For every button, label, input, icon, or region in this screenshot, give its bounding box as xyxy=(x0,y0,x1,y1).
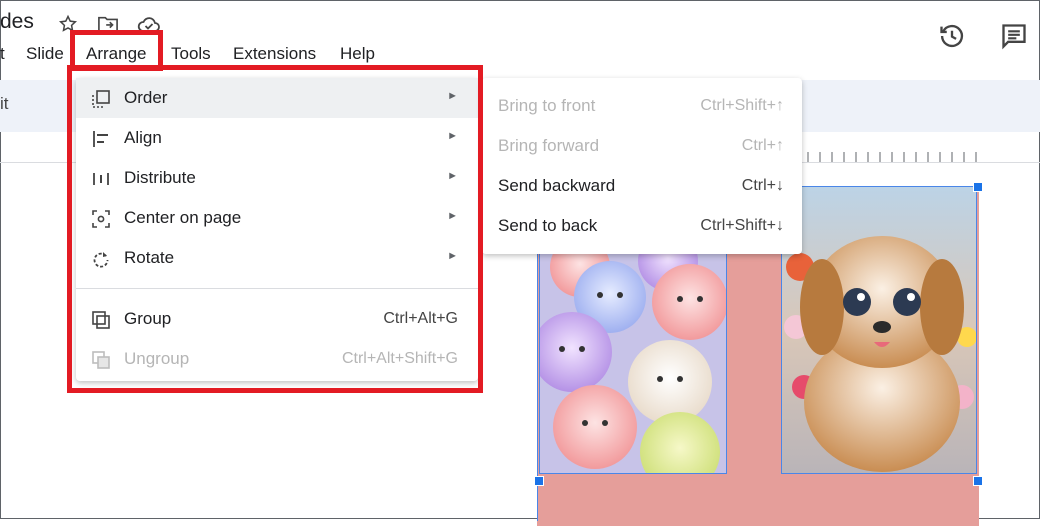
selection-handle-bottom-right[interactable] xyxy=(973,476,983,486)
submenu-item-bring-forward[interactable]: Bring forward Ctrl+↑ xyxy=(482,126,802,166)
menu-help[interactable]: Help xyxy=(340,44,375,64)
menu-slide[interactable]: Slide xyxy=(26,44,64,64)
submenu-item-bring-to-front[interactable]: Bring to front Ctrl+Shift+↑ xyxy=(482,86,802,126)
submenu-item-label: Bring to front xyxy=(498,96,596,115)
ruler xyxy=(807,152,977,162)
shortcut-label: Ctrl+Shift+↑ xyxy=(700,97,784,114)
history-icon[interactable] xyxy=(938,22,966,55)
menu-tools[interactable]: Tools xyxy=(171,44,211,64)
menu-highlight-box xyxy=(67,65,483,393)
order-submenu: Bring to front Ctrl+Shift+↑ Bring forwar… xyxy=(482,78,802,254)
shortcut-label: Ctrl+Shift+↓ xyxy=(700,217,784,234)
shortcut-label: Ctrl+↑ xyxy=(741,137,784,154)
toolbar-edit-fragment[interactable]: it xyxy=(0,94,9,114)
document-title[interactable]: des xyxy=(0,10,34,34)
selection-handle-bottom-left[interactable] xyxy=(534,476,544,486)
comment-icon[interactable] xyxy=(1000,22,1028,55)
puppy-image[interactable] xyxy=(781,186,977,474)
shortcut-label: Ctrl+↓ xyxy=(741,177,784,194)
submenu-item-label: Send to back xyxy=(498,216,598,235)
menu-extensions[interactable]: Extensions xyxy=(233,44,316,64)
selection-handle-top-right[interactable] xyxy=(973,182,983,192)
submenu-item-send-to-back[interactable]: Send to back Ctrl+Shift+↓ xyxy=(482,206,802,246)
kittens-image[interactable] xyxy=(539,246,727,474)
submenu-item-label: Bring forward xyxy=(498,136,600,155)
submenu-item-label: Send backward xyxy=(498,176,616,195)
menu-insert[interactable]: t xyxy=(0,44,5,64)
submenu-item-send-backward[interactable]: Send backward Ctrl+↓ xyxy=(482,166,802,206)
